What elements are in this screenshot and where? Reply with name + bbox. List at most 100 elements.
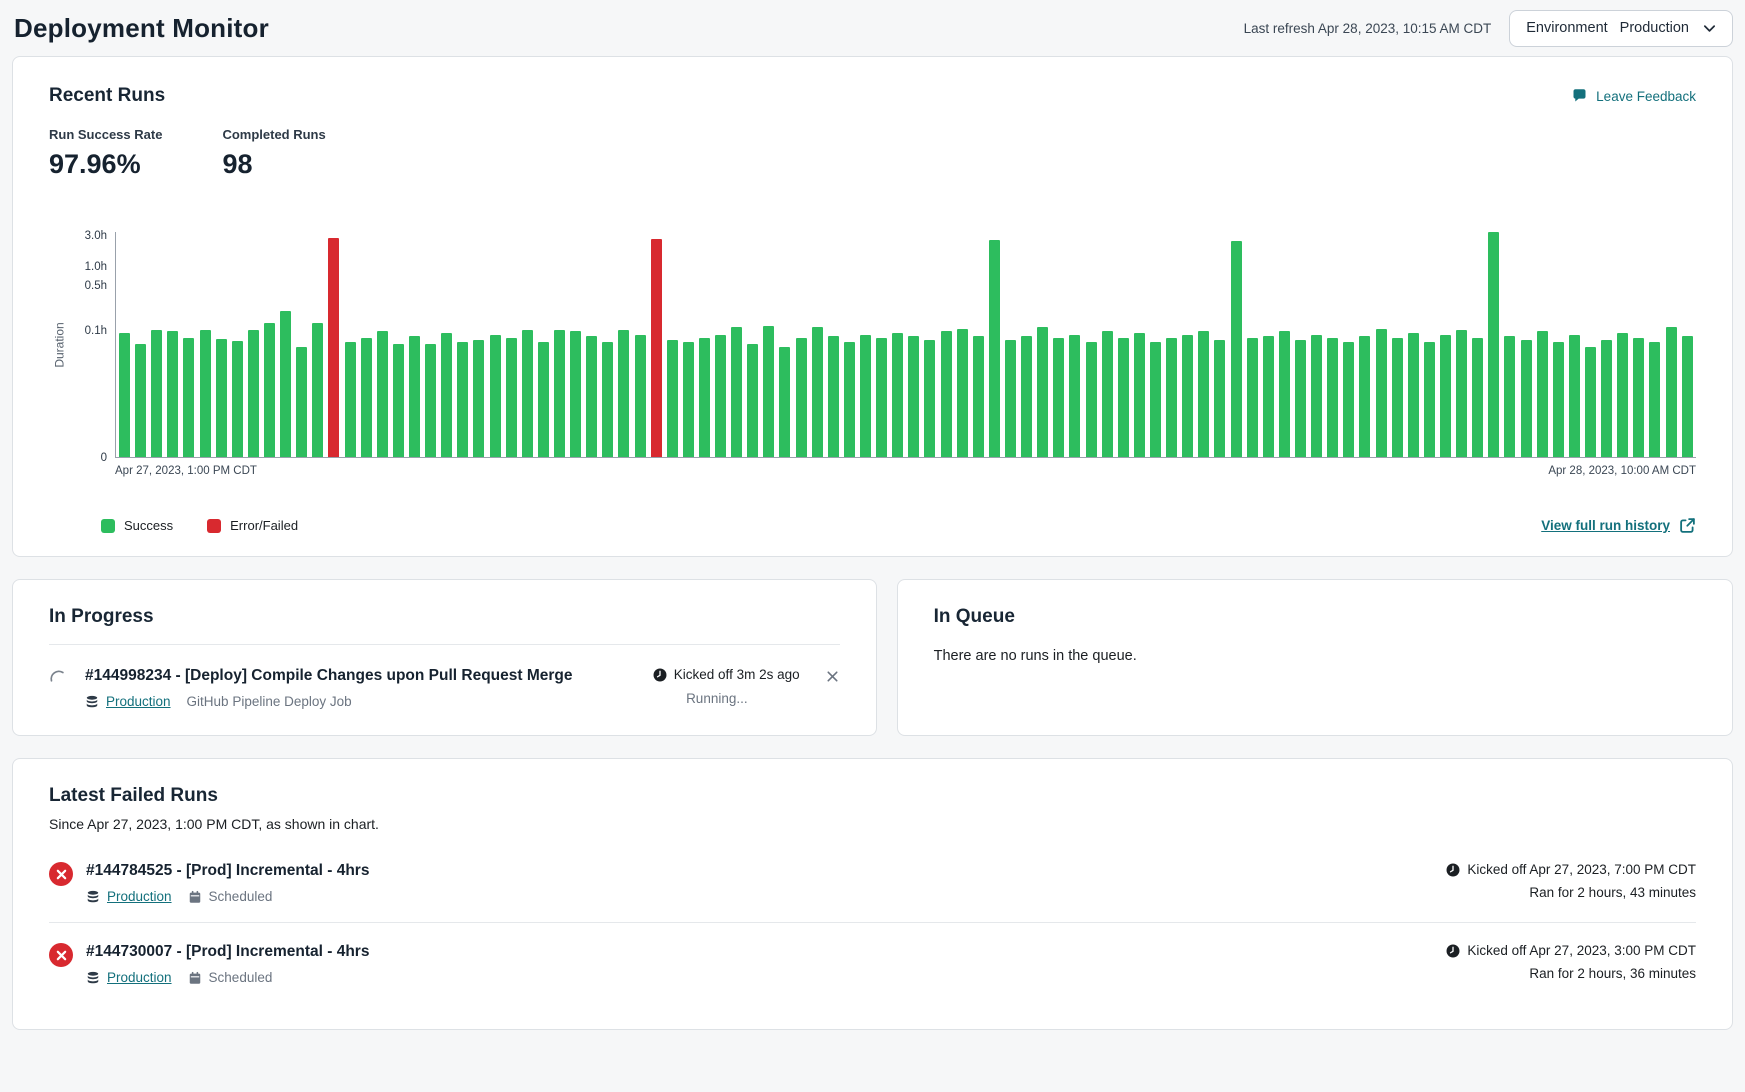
run-bar-success[interactable]: [216, 339, 227, 457]
run-bar-success[interactable]: [280, 311, 291, 457]
cancel-run-button[interactable]: [800, 667, 840, 684]
environment-link[interactable]: Production: [107, 889, 172, 904]
run-bar-success[interactable]: [667, 340, 678, 457]
run-bar-success[interactable]: [1424, 342, 1435, 457]
run-bar-success[interactable]: [361, 338, 372, 457]
run-bar-success[interactable]: [699, 338, 710, 457]
run-bar-success[interactable]: [135, 344, 146, 457]
run-bar-success[interactable]: [1440, 335, 1451, 457]
run-bar-success[interactable]: [522, 330, 533, 457]
run-bar-success[interactable]: [1376, 329, 1387, 457]
run-bar-success[interactable]: [1150, 342, 1161, 457]
run-bar-success[interactable]: [1247, 338, 1258, 457]
run-bar-success[interactable]: [1311, 335, 1322, 457]
run-bar-success[interactable]: [506, 338, 517, 457]
run-bar-success[interactable]: [1472, 338, 1483, 457]
run-bar-success[interactable]: [264, 323, 275, 457]
run-bar-success[interactable]: [1585, 347, 1596, 457]
run-bar-success[interactable]: [1553, 342, 1564, 457]
run-bar-success[interactable]: [1649, 342, 1660, 457]
run-bar-success[interactable]: [1537, 331, 1548, 457]
run-bar-success[interactable]: [1682, 336, 1693, 457]
run-bar-success[interactable]: [1166, 338, 1177, 457]
run-bar-success[interactable]: [828, 336, 839, 457]
run-bar-success[interactable]: [377, 331, 388, 457]
run-bar-success[interactable]: [844, 342, 855, 457]
run-bar-success[interactable]: [1295, 340, 1306, 457]
run-bar-success[interactable]: [635, 335, 646, 457]
run-bar-success[interactable]: [1666, 327, 1677, 457]
run-bar-success[interactable]: [924, 340, 935, 457]
run-bar-success[interactable]: [1069, 335, 1080, 457]
run-bar-success[interactable]: [763, 326, 774, 457]
run-bar-success[interactable]: [1102, 331, 1113, 457]
run-bar-success[interactable]: [1617, 333, 1628, 457]
run-bar-success[interactable]: [1408, 333, 1419, 457]
run-bar-success[interactable]: [1633, 338, 1644, 457]
run-bar-success[interactable]: [731, 327, 742, 457]
run-bar-success[interactable]: [1198, 331, 1209, 457]
run-bar-failed[interactable]: [651, 239, 662, 457]
environment-link[interactable]: Production: [106, 694, 171, 709]
run-bar-success[interactable]: [490, 335, 501, 457]
run-bar-success[interactable]: [1086, 342, 1097, 457]
run-bar-success[interactable]: [1005, 340, 1016, 457]
run-bar-success[interactable]: [200, 330, 211, 457]
run-bar-success[interactable]: [554, 330, 565, 457]
run-bar-success[interactable]: [441, 333, 452, 457]
environment-dropdown[interactable]: Environment Production: [1509, 10, 1733, 47]
run-bar-success[interactable]: [1231, 241, 1242, 457]
run-bar-success[interactable]: [1118, 338, 1129, 457]
run-bar-success[interactable]: [747, 344, 758, 457]
run-bar-success[interactable]: [618, 330, 629, 457]
run-bar-success[interactable]: [941, 331, 952, 457]
run-bar-success[interactable]: [1327, 338, 1338, 457]
environment-link[interactable]: Production: [107, 970, 172, 985]
run-bar-success[interactable]: [167, 331, 178, 457]
run-bar-success[interactable]: [1521, 340, 1532, 457]
run-bar-success[interactable]: [345, 342, 356, 457]
run-bar-success[interactable]: [876, 338, 887, 457]
run-bar-success[interactable]: [119, 333, 130, 457]
run-bar-success[interactable]: [538, 342, 549, 457]
run-bar-success[interactable]: [1182, 335, 1193, 457]
run-bar-success[interactable]: [1488, 232, 1499, 457]
view-run-history-link[interactable]: View full run history: [1541, 517, 1696, 534]
run-bar-success[interactable]: [296, 347, 307, 457]
run-bar-success[interactable]: [779, 347, 790, 457]
run-bar-success[interactable]: [602, 342, 613, 457]
run-bar-success[interactable]: [957, 329, 968, 457]
run-bar-success[interactable]: [409, 336, 420, 457]
run-bar-success[interactable]: [892, 333, 903, 457]
run-bar-success[interactable]: [151, 330, 162, 457]
run-bar-success[interactable]: [473, 340, 484, 457]
run-bar-success[interactable]: [457, 342, 468, 457]
run-bar-success[interactable]: [860, 335, 871, 457]
run-bar-success[interactable]: [796, 338, 807, 457]
run-bar-success[interactable]: [908, 336, 919, 457]
run-bar-success[interactable]: [393, 344, 404, 457]
run-bar-success[interactable]: [1392, 338, 1403, 457]
run-bar-success[interactable]: [812, 327, 823, 457]
run-bar-success[interactable]: [232, 341, 243, 457]
run-bar-success[interactable]: [1504, 336, 1515, 457]
run-bar-success[interactable]: [1343, 342, 1354, 457]
run-bar-success[interactable]: [425, 344, 436, 457]
run-bar-success[interactable]: [683, 342, 694, 457]
run-bar-success[interactable]: [989, 240, 1000, 457]
run-bar-success[interactable]: [1021, 336, 1032, 457]
run-bar-success[interactable]: [1456, 330, 1467, 457]
run-bar-success[interactable]: [1053, 338, 1064, 457]
run-bar-success[interactable]: [1214, 340, 1225, 457]
run-bar-failed[interactable]: [328, 238, 339, 457]
run-bar-success[interactable]: [1134, 333, 1145, 457]
run-bar-success[interactable]: [1279, 331, 1290, 457]
run-bar-success[interactable]: [1037, 327, 1048, 457]
run-bar-success[interactable]: [1569, 335, 1580, 457]
run-bar-success[interactable]: [973, 336, 984, 457]
run-bar-success[interactable]: [183, 338, 194, 457]
leave-feedback-link[interactable]: Leave Feedback: [1571, 88, 1696, 104]
run-bar-success[interactable]: [248, 330, 259, 457]
run-bar-success[interactable]: [1359, 336, 1370, 457]
run-bar-success[interactable]: [570, 331, 581, 457]
